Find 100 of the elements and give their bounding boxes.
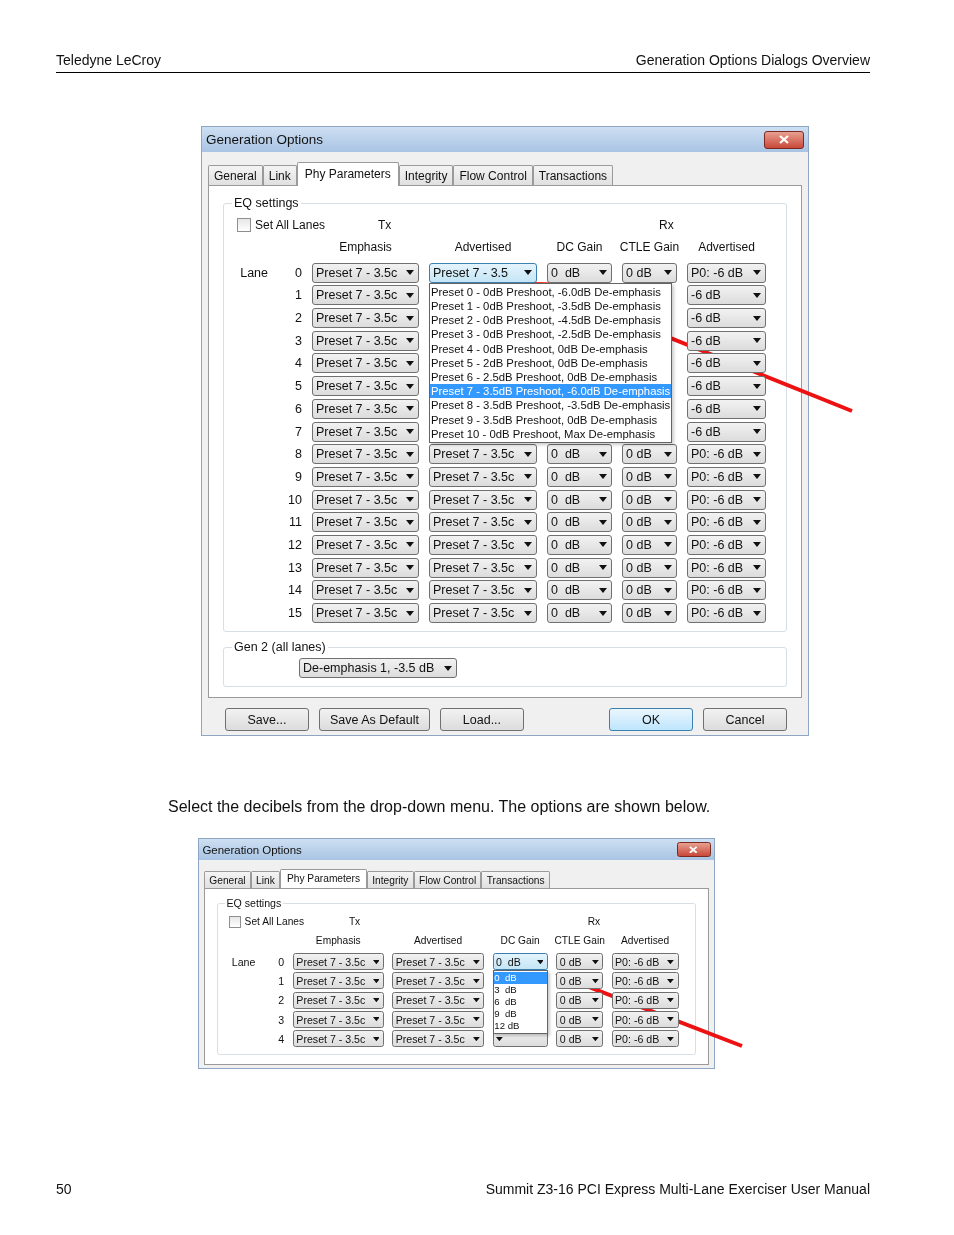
dropdown[interactable]: -6 dB <box>687 285 766 306</box>
dropdown[interactable]: P0: -6 dB <box>611 1011 679 1029</box>
dropdown[interactable]: Preset 7 - 3.5c <box>429 512 537 533</box>
close-button[interactable] <box>764 130 804 149</box>
dropdown[interactable]: 0 dB <box>547 489 612 510</box>
dropdown[interactable]: 0 dB <box>547 557 612 578</box>
dropdown[interactable]: 0 dB <box>622 444 677 465</box>
dropdown[interactable]: Preset 7 - 3.5c <box>392 953 484 971</box>
dropdown[interactable]: -6 dB <box>687 398 766 419</box>
dialog-button[interactable]: OK <box>609 708 693 731</box>
dropdown[interactable]: 0 dB <box>622 512 677 533</box>
dialog-button[interactable]: Save As Default <box>319 708 430 731</box>
dropdown[interactable]: -6 dB <box>687 353 766 374</box>
dropdown[interactable]: P0: -6 dB <box>687 580 766 601</box>
dropdown[interactable]: P0: -6 dB <box>687 557 766 578</box>
dropdown[interactable]: Preset 7 - 3.5 <box>429 262 537 283</box>
dropdown[interactable]: De-emphasis 1, -3.5 dB <box>299 658 457 678</box>
dropdown-option[interactable]: Preset 4 - 0dB Preshoot, 0dB De-emphasis <box>430 341 672 356</box>
dropdown[interactable]: Preset 7 - 3.5c <box>429 603 537 623</box>
dropdown[interactable]: 0 dB <box>492 953 548 971</box>
tab[interactable]: Link <box>262 165 297 185</box>
dropdown[interactable]: P0: -6 dB <box>611 953 679 971</box>
tab[interactable]: Integrity <box>366 871 414 888</box>
dropdown-option[interactable]: Preset 6 - 2.5dB Preshoot, 0dB De-emphasis <box>430 369 672 385</box>
dropdown[interactable]: -6 dB <box>687 308 766 329</box>
dropdown-option[interactable]: Preset 3 - 0dB Preshoot, -2.5dB De-emphasis <box>430 327 672 342</box>
dropdown[interactable]: Preset 7 - 3.5c <box>429 534 537 555</box>
dropdown[interactable]: Preset 7 - 3.5c <box>292 972 384 990</box>
dropdown[interactable]: -6 dB <box>687 376 766 397</box>
dropdown[interactable]: Preset 7 - 3.5c <box>312 534 419 555</box>
dropdown[interactable]: 0 dB <box>547 534 612 555</box>
dropdown-option[interactable]: 3 dB <box>493 984 547 997</box>
dropdown[interactable]: 0 dB <box>547 603 612 623</box>
dropdown-option[interactable]: Preset 2 - 0dB Preshoot, -4.5dB De-emphasis <box>430 313 672 328</box>
dropdown[interactable]: P0: -6 dB <box>611 972 679 990</box>
dropdown[interactable]: Preset 7 - 3.5c <box>312 308 419 329</box>
dropdown[interactable]: Preset 7 - 3.5c <box>312 489 419 510</box>
dropdown-option[interactable]: Preset 8 - 3.5dB Preshoot, -3.5dB De-emphasis <box>430 398 672 413</box>
dropdown[interactable]: 0 dB <box>556 953 603 971</box>
dropdown-option[interactable]: Preset 1 - 0dB Preshoot, -3.5dB De-emphasis <box>430 298 672 314</box>
dropdown[interactable]: P0: -6 dB <box>687 603 766 623</box>
dropdown[interactable]: Preset 7 - 3.5c <box>392 1030 484 1048</box>
dropdown[interactable]: P0: -6 dB <box>687 466 766 487</box>
dropdown[interactable]: Preset 7 - 3.5c <box>312 262 419 283</box>
tab[interactable]: Transactions <box>532 165 614 185</box>
dropdown[interactable]: P0: -6 dB <box>611 1030 679 1048</box>
tab[interactable]: Flow Control <box>453 165 533 185</box>
dropdown[interactable]: 0 dB <box>622 603 677 623</box>
dropdown[interactable]: 0 dB <box>547 580 612 601</box>
dropdown[interactable]: P0: -6 dB <box>687 262 766 283</box>
dropdown[interactable]: Preset 7 - 3.5c <box>292 953 384 971</box>
checkbox[interactable] <box>229 915 242 928</box>
dropdown[interactable]: Preset 7 - 3.5c <box>429 580 537 601</box>
dropdown[interactable]: Preset 7 - 3.5c <box>312 466 419 487</box>
dropdown[interactable]: Preset 7 - 3.5c <box>312 512 419 533</box>
dropdown[interactable]: Preset 7 - 3.5c <box>312 398 419 419</box>
dropdown[interactable]: Preset 7 - 3.5c <box>292 1030 384 1048</box>
dropdown[interactable]: Preset 7 - 3.5c <box>312 421 419 442</box>
dropdown[interactable]: -6 dB <box>687 421 766 442</box>
dropdown[interactable]: Preset 7 - 3.5c <box>312 444 419 465</box>
dropdown[interactable]: P0: -6 dB <box>687 534 766 555</box>
dropdown-option[interactable]: Preset 5 - 2dB Preshoot, 0dB De-emphasis <box>430 355 672 370</box>
dropdown[interactable]: Preset 7 - 3.5c <box>312 580 419 601</box>
dropdown[interactable]: P0: -6 dB <box>687 444 766 465</box>
tab[interactable]: General <box>208 165 263 185</box>
tab[interactable]: General <box>204 871 251 888</box>
dropdown[interactable]: P0: -6 dB <box>611 991 679 1009</box>
dropdown-option[interactable]: 12 dB <box>493 1020 547 1033</box>
tab[interactable]: Link <box>250 871 281 888</box>
dropdown-option[interactable]: 6 dB <box>493 996 547 1009</box>
dropdown[interactable]: Preset 7 - 3.5c <box>312 603 419 623</box>
dropdown[interactable]: 0 dB <box>547 512 612 533</box>
dropdown[interactable]: 0 dB <box>556 1011 603 1029</box>
dropdown-option[interactable]: 9 dB <box>493 1008 547 1021</box>
dropdown[interactable]: 0 dB <box>556 1030 603 1048</box>
dropdown[interactable]: -6 dB <box>687 330 766 351</box>
dropdown-option[interactable]: Preset 9 - 3.5dB Preshoot, 0dB De-emphasis <box>430 412 672 427</box>
dropdown[interactable]: P0: -6 dB <box>687 512 766 533</box>
dropdown[interactable]: 0 dB <box>622 534 677 555</box>
dropdown[interactable]: 0 dB <box>556 972 603 990</box>
dropdown[interactable]: 0 dB <box>622 557 677 578</box>
dropdown[interactable]: 0 dB <box>622 580 677 601</box>
dropdown[interactable]: Preset 7 - 3.5c <box>312 376 419 397</box>
dialog-button[interactable]: Cancel <box>703 708 787 731</box>
dropdown[interactable]: Preset 7 - 3.5c <box>312 285 419 306</box>
dropdown[interactable]: Preset 7 - 3.5c <box>429 444 537 465</box>
dropdown[interactable]: Preset 7 - 3.5c <box>392 991 484 1009</box>
checkbox[interactable] <box>237 218 251 232</box>
close-button[interactable] <box>676 841 711 858</box>
dropdown[interactable]: Preset 7 - 3.5c <box>392 1011 484 1029</box>
tab[interactable]: Integrity <box>398 165 454 185</box>
dropdown[interactable]: 0 dB <box>547 262 612 283</box>
dialog-button[interactable]: Load... <box>439 708 524 731</box>
tab[interactable]: Phy Parameters <box>296 162 399 186</box>
dropdown-option[interactable]: Preset 0 - 0dB Preshoot, -6.0dB De-emphasis <box>430 284 672 299</box>
dropdown[interactable]: Preset 7 - 3.5c <box>429 466 537 487</box>
dropdown[interactable]: 0 dB <box>622 466 677 487</box>
dropdown[interactable]: Preset 7 - 3.5c <box>292 1011 384 1029</box>
dropdown[interactable]: P0: -6 dB <box>687 489 766 510</box>
dropdown[interactable]: Preset 7 - 3.5c <box>429 489 537 510</box>
